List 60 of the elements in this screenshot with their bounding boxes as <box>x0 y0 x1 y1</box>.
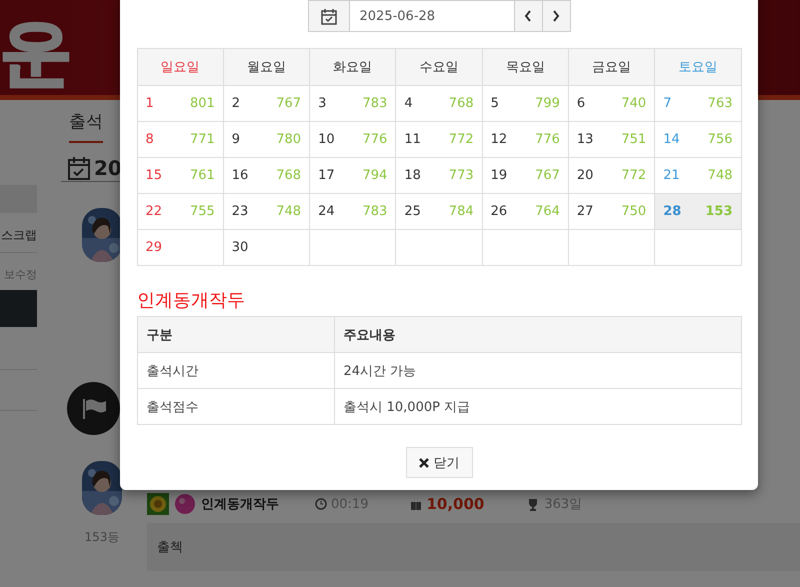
banner-title: 운 <box>0 16 72 88</box>
calendar-day[interactable]: 4 768 <box>396 86 482 122</box>
next-button[interactable] <box>542 1 570 31</box>
calendar-day[interactable]: 23 748 <box>223 194 310 230</box>
calendar-day[interactable]: 12 776 <box>482 122 568 158</box>
calendar-day[interactable]: 20 772 <box>568 158 655 194</box>
calendar-day[interactable]: 9 780 <box>223 122 310 158</box>
calendar-day[interactable]: 25 784 <box>396 194 482 230</box>
calendar-day[interactable]: 8 771 <box>137 122 224 158</box>
close-button[interactable]: 닫기 <box>406 447 472 478</box>
close-icon <box>418 458 428 468</box>
section-title: 인계동개작두 <box>137 289 245 312</box>
ball-icon <box>175 494 195 514</box>
calendar-day[interactable]: 30 <box>223 230 310 266</box>
calendar-day[interactable]: 18 773 <box>396 158 482 194</box>
date-heading: 20 <box>94 156 122 180</box>
table-cell: 출석시 10,000P 지급 <box>334 388 741 424</box>
calendar-day[interactable]: 24 783 <box>310 194 396 230</box>
table-cell: 출석점수 <box>137 388 334 424</box>
weekday-header: 일요일 <box>137 48 224 86</box>
chevron-right-icon <box>552 10 560 22</box>
calendar-day[interactable]: 16 768 <box>223 158 310 194</box>
date-picker[interactable]: 2025-06-28 <box>308 0 570 32</box>
table-cell: 출석시간 <box>137 352 334 388</box>
weekday-header: 금요일 <box>568 48 655 86</box>
chevron-left-icon <box>524 10 532 22</box>
calendar-day[interactable]: 17 794 <box>310 158 396 194</box>
sidebar-item[interactable]: 스크랩 <box>0 213 37 253</box>
weekday-header: 화요일 <box>310 48 396 86</box>
table-cell: 24시간 가능 <box>334 352 741 388</box>
calendar-day[interactable]: 27 750 <box>568 194 655 230</box>
calendar-day[interactable]: 15 761 <box>137 158 224 194</box>
calendar-day[interactable]: 19 767 <box>482 158 568 194</box>
user-name[interactable]: 인계동개작두 <box>201 495 279 513</box>
calendar-day[interactable]: 2 767 <box>223 86 310 122</box>
points-label: 10,000 <box>426 495 484 513</box>
calendar-day[interactable]: 6 740 <box>568 86 655 122</box>
calendar-day[interactable]: 5 799 <box>482 86 568 122</box>
calendar-day[interactable]: 10 776 <box>310 122 396 158</box>
previous-button[interactable] <box>514 1 542 31</box>
section-tab[interactable]: 출석 <box>69 110 103 143</box>
rank-label: 153등 <box>84 529 120 546</box>
calendar-icon <box>67 155 91 181</box>
calendar-day[interactable]: 26 764 <box>482 194 568 230</box>
calendar-day[interactable]: 11 772 <box>396 122 482 158</box>
column-header: 구분 <box>137 316 334 352</box>
calendar-day[interactable]: 13 751 <box>568 122 655 158</box>
calendar-day[interactable]: 29 <box>137 230 224 266</box>
weekday-header: 수요일 <box>396 48 482 86</box>
calendar-icon <box>320 8 336 24</box>
comment-text: 출첵 <box>147 523 800 571</box>
weekday-header: 월요일 <box>223 48 310 86</box>
clock-icon <box>315 498 327 510</box>
weekday-header: 토요일 <box>654 48 741 86</box>
calendar-day[interactable]: 1 801 <box>137 86 224 122</box>
column-header: 주요내용 <box>334 316 741 352</box>
calendar-button[interactable] <box>308 1 348 31</box>
calendar-day[interactable]: 22 755 <box>137 194 224 230</box>
calendar-day[interactable]: 3 783 <box>310 86 396 122</box>
weekday-header: 목요일 <box>482 48 568 86</box>
